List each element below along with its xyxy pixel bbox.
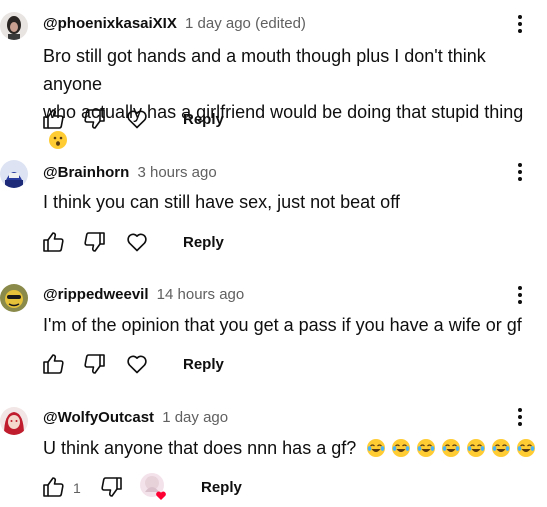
creator-heart-badge [139,472,169,502]
comment-actions [40,351,150,377]
laughing-emoji-row [367,438,542,458]
laughing-emoji [417,439,436,457]
reply-button[interactable]: Reply [183,234,224,251]
dislike-icon[interactable] [82,229,108,255]
laughing-emoji [517,439,536,457]
like-icon[interactable] [40,106,66,132]
reply-button[interactable]: Reply [183,356,224,373]
heart-icon[interactable] [124,351,150,377]
comment-time[interactable]: 1 day ago [162,409,228,426]
dislike-icon[interactable] [82,106,108,132]
comment-text: I think you can still have sex, just not… [43,192,400,212]
avatar[interactable] [0,407,28,435]
laughing-emoji [442,439,461,457]
author-name[interactable]: @WolfyOutcast [43,409,154,426]
comment-time[interactable]: 1 day ago (edited) [185,15,306,32]
hushed-emoji [49,131,67,149]
comment-actions [40,106,150,132]
comment-actions [40,474,66,500]
like-icon[interactable] [40,229,66,255]
comment-text: I'm of the opinion that you get a pass i… [43,315,522,335]
heart-icon [156,491,166,500]
laughing-emoji [467,439,486,457]
avatar[interactable] [0,160,28,188]
author-name[interactable]: @phoenixkasaiXIX [43,15,177,32]
laughing-emoji [392,439,411,457]
dislike-icon[interactable] [82,351,108,377]
comment-time[interactable]: 3 hours ago [137,164,216,181]
reply-button[interactable]: Reply [183,111,224,128]
like-icon[interactable] [40,351,66,377]
heart-icon[interactable] [124,106,150,132]
comment-text: Bro still got hands and a mouth though p… [43,42,543,154]
heart-icon[interactable] [124,229,150,255]
comment-text-line: Bro still got hands and a mouth though p… [43,46,486,94]
avatar[interactable] [0,284,28,312]
comment-text: U think anyone that does nnn has a gf? [43,434,543,462]
more-actions-button[interactable] [510,405,530,429]
more-actions-button[interactable] [510,160,530,184]
more-vert-icon [518,408,522,412]
laughing-emoji [367,439,386,457]
avatar[interactable] [0,12,28,40]
reply-button[interactable]: Reply [201,479,242,496]
laughing-emoji [492,439,511,457]
author-name[interactable]: @Brainhorn [43,164,129,181]
more-actions-button[interactable] [510,283,530,307]
like-count: 1 [73,480,81,496]
more-vert-icon [518,15,522,19]
more-actions-button[interactable] [510,12,530,36]
like-icon[interactable] [40,474,66,500]
author-name[interactable]: @rippedweevil [43,286,149,303]
comment-text-line: U think anyone that does nnn has a gf? [43,438,357,458]
comment-time[interactable]: 14 hours ago [157,286,245,303]
comment-actions [40,229,150,255]
more-vert-icon [518,286,522,290]
more-vert-icon [518,163,522,167]
dislike-icon[interactable] [99,474,125,500]
